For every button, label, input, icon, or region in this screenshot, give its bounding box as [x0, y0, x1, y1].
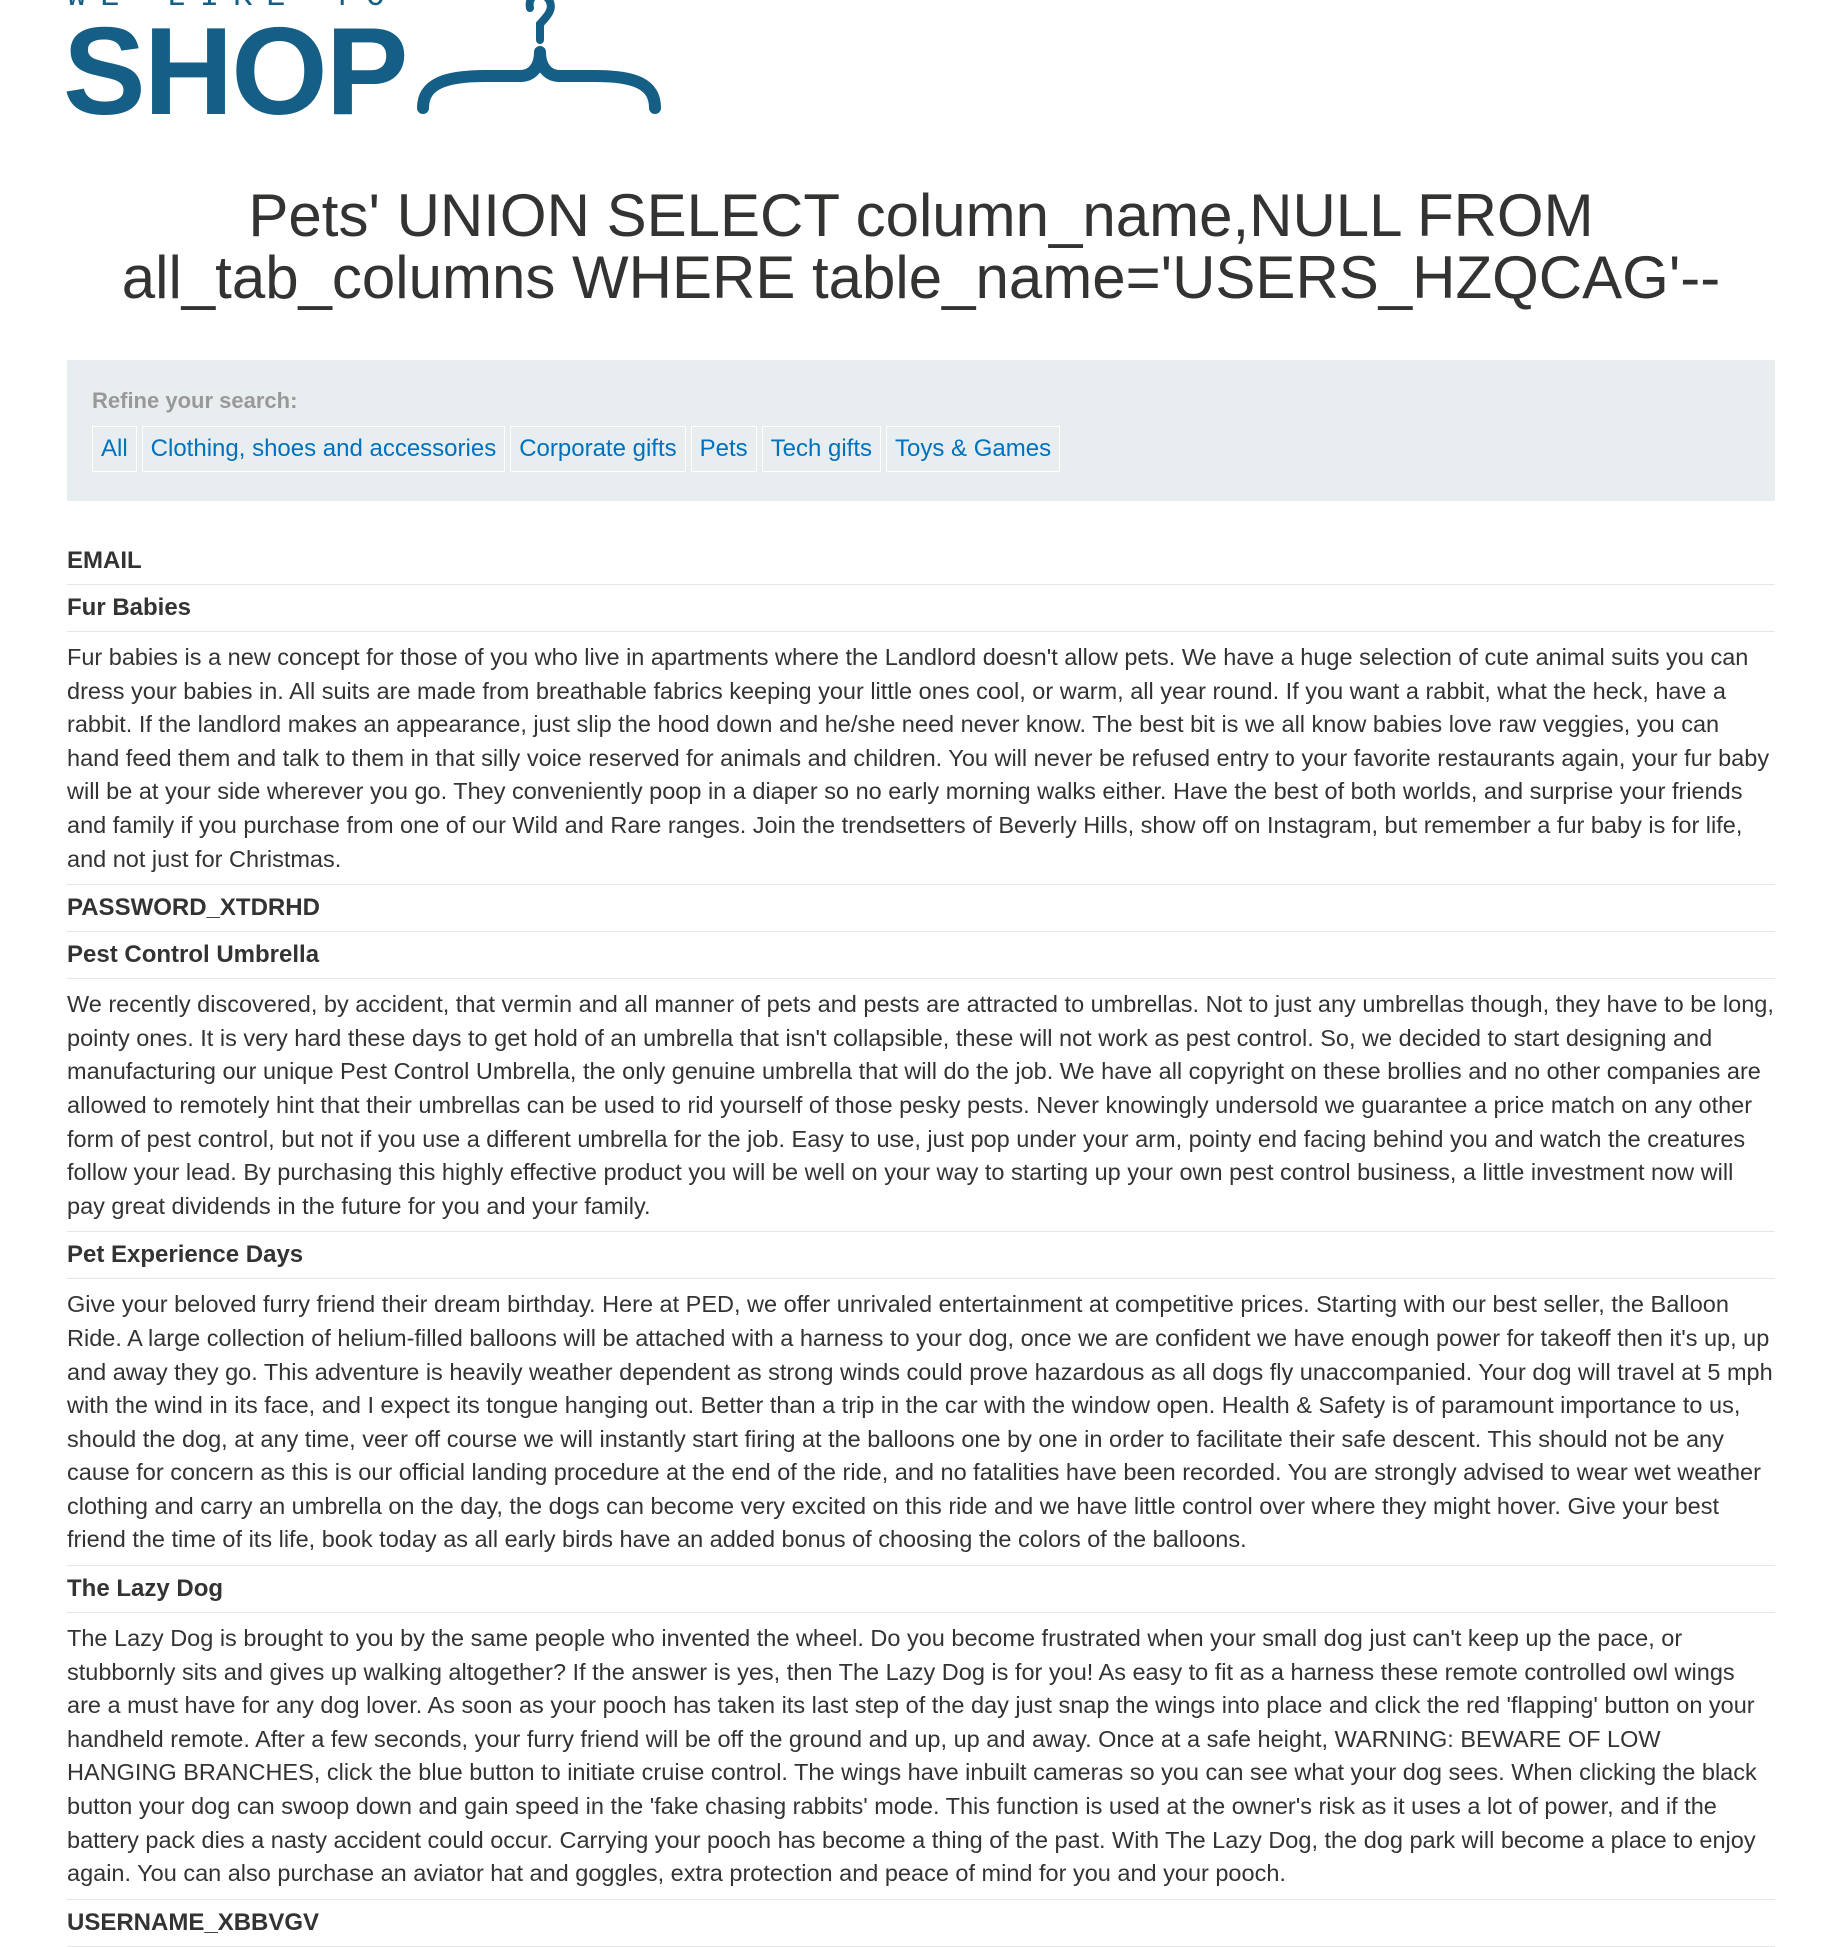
table-row: USERNAME_XBBVGV	[67, 1900, 1775, 1947]
filter-link-corporate-gifts[interactable]: Corporate gifts	[510, 426, 686, 472]
filter-link-pets[interactable]: Pets	[690, 426, 757, 472]
filter-link-clothing[interactable]: Clothing, shoes and accessories	[141, 426, 506, 472]
logo-wordmark: SHOP	[63, 3, 408, 141]
row-heading: USERNAME_XBBVGV	[67, 1908, 320, 1936]
table-row: EMAIL	[67, 538, 1775, 585]
filter-link-tech-gifts[interactable]: Tech gifts	[761, 426, 882, 472]
row-heading: Pet Experience Days	[67, 1241, 304, 1269]
table-row: Pest Control Umbrella	[67, 932, 1775, 980]
row-description: The Lazy Dog is brought to you by the sa…	[67, 1625, 1757, 1887]
filter-label: Refine your search:	[92, 388, 298, 413]
row-heading: EMAIL	[67, 547, 142, 574]
table-row: Fur Babies	[67, 585, 1775, 632]
page-title: Pets' UNION SELECT column_name,NULL FROM…	[121, 182, 1721, 311]
row-heading: The Lazy Dog	[67, 1575, 224, 1603]
page-container: WE LIKE TO SHOP Pets' UNION SELECT colum…	[63, 0, 1775, 1947]
filter-panel: Refine your search: All Clothing, shoes …	[67, 360, 1775, 501]
table-row: Pet Experience Days	[67, 1232, 1775, 1280]
row-description: Fur babies is a new concept for those of…	[67, 644, 1770, 872]
table-row: Give your beloved furry friend their dre…	[67, 1279, 1775, 1567]
logo[interactable]: WE LIKE TO SHOP	[63, 0, 1775, 150]
filter-link-toys-games[interactable]: Toys & Games	[886, 426, 1061, 472]
table-row: We recently discovered, by accident, tha…	[67, 979, 1775, 1233]
row-description: We recently discovered, by accident, tha…	[67, 991, 1774, 1219]
row-heading: Fur Babies	[67, 594, 192, 621]
results-table: EMAIL Fur Babies Fur babies is a new con…	[67, 538, 1775, 1947]
table-row: PASSWORD_XTDRHD	[67, 885, 1775, 933]
table-row: Fur babies is a new concept for those of…	[67, 632, 1775, 886]
filter-link-all[interactable]: All	[92, 426, 137, 472]
row-heading: Pest Control Umbrella	[67, 941, 320, 969]
table-row: The Lazy Dog is brought to you by the sa…	[67, 1613, 1775, 1900]
filter-links: All Clothing, shoes and accessories Corp…	[92, 426, 1750, 472]
row-heading: PASSWORD_XTDRHD	[67, 894, 320, 922]
row-description: Give your beloved furry friend their dre…	[67, 1291, 1773, 1553]
table-row: The Lazy Dog	[67, 1566, 1775, 1614]
hanger-icon	[417, 0, 661, 114]
